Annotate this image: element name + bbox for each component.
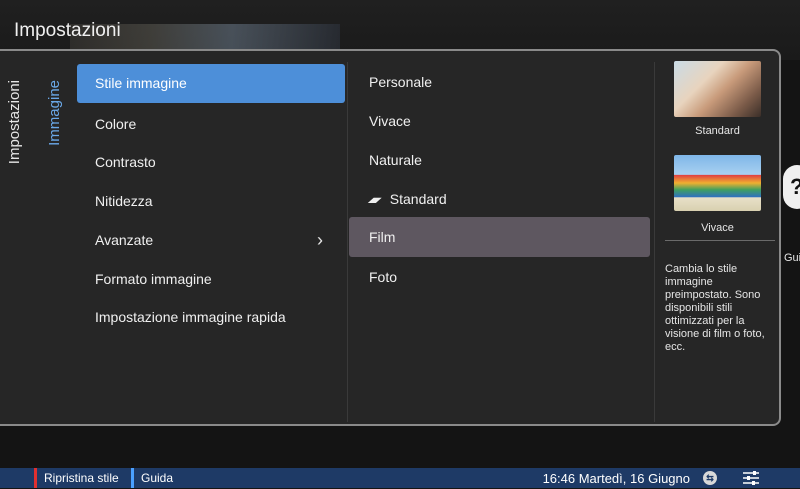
- help-label: Gui: [784, 252, 800, 264]
- option-naturale[interactable]: Naturale: [349, 140, 650, 180]
- option-label: Naturale: [369, 152, 422, 168]
- menu-item-label: Stile immagine: [95, 75, 187, 91]
- blue-key-indicator: [131, 468, 134, 488]
- menu-item-nitidezza[interactable]: Nitidezza: [77, 182, 345, 221]
- option-label: Standard: [389, 191, 447, 207]
- menu-item-label: Formato immagine: [95, 271, 212, 287]
- option-film[interactable]: Film: [349, 217, 650, 257]
- option-label: Vivace: [369, 113, 411, 129]
- leaf-icon: ▰: [366, 191, 383, 207]
- option-vivace[interactable]: Vivace: [349, 101, 650, 141]
- menu-item-formato-immagine[interactable]: Formato immagine: [77, 260, 345, 299]
- option-label: Foto: [369, 269, 398, 285]
- menu-item-impostazione-rapida[interactable]: Impostazione immagine rapida: [77, 298, 345, 337]
- column-divider: [347, 62, 348, 422]
- preview-label-standard: Standard: [695, 125, 740, 137]
- menu-item-label: Avanzate: [95, 232, 154, 248]
- menu-item-label: Contrasto: [95, 154, 156, 170]
- ripristina-stile-button[interactable]: Ripristina stile: [44, 468, 119, 488]
- tab-immagine[interactable]: Immagine: [46, 80, 63, 146]
- menu-item-label: Nitidezza: [95, 193, 153, 209]
- menu-item-stile-immagine[interactable]: Stile immagine: [77, 64, 345, 103]
- option-label: Personale: [369, 74, 433, 90]
- menu-item-colore[interactable]: Colore: [77, 105, 345, 144]
- option-label: Film: [369, 229, 396, 245]
- preview-image-standard: [674, 61, 761, 117]
- preview-divider: [665, 240, 775, 241]
- description-text: Cambia lo stile immagine preimpostato. S…: [665, 263, 765, 353]
- menu-item-label: Colore: [95, 116, 137, 132]
- column-divider: [654, 62, 655, 422]
- option-standard[interactable]: ▰ Standard: [349, 179, 650, 219]
- menu-item-contrasto[interactable]: Contrasto: [77, 143, 345, 182]
- guida-button[interactable]: Guida: [141, 468, 173, 488]
- preview-label-vivace: Vivace: [701, 222, 734, 234]
- settings-sliders-icon[interactable]: [742, 470, 760, 486]
- network-icon: ⇆: [703, 471, 717, 485]
- menu-item-label: Impostazione immagine rapida: [95, 309, 286, 325]
- datetime: 16:46 Martedì, 16 Giugno: [542, 471, 690, 486]
- page-title: Impostazioni: [14, 20, 121, 41]
- menu-item-avanzate[interactable]: Avanzate ›: [77, 221, 345, 260]
- tab-impostazioni[interactable]: Impostazioni: [6, 80, 23, 164]
- help-icon[interactable]: ?: [783, 165, 800, 209]
- chevron-right-icon: ›: [317, 230, 323, 250]
- option-foto[interactable]: Foto: [349, 257, 650, 297]
- red-key-indicator: [34, 468, 37, 488]
- option-personale[interactable]: Personale: [349, 62, 650, 102]
- preview-image-vivace: [674, 155, 761, 211]
